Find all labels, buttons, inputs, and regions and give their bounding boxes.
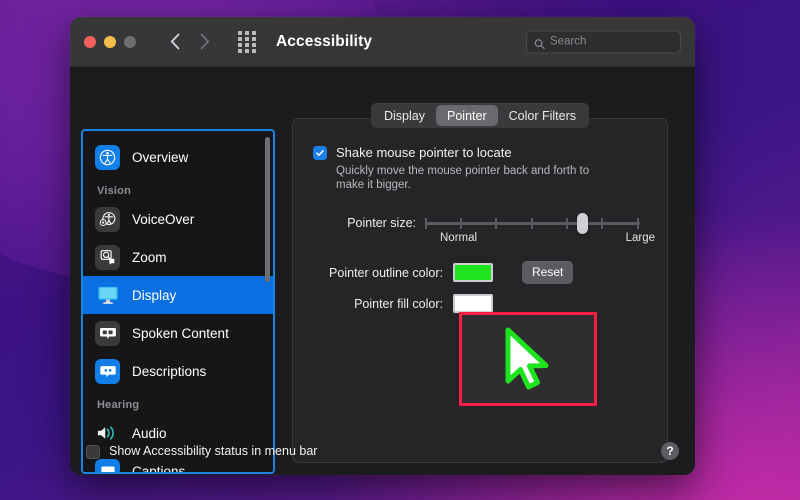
window-body: Overview Vision VoiceOver Zoom Display S… — [70, 67, 695, 475]
display-monitor-icon — [95, 283, 120, 308]
search-placeholder: Search — [550, 35, 587, 48]
close-button[interactable] — [84, 35, 96, 48]
pointer-size-slider[interactable] — [425, 213, 640, 234]
search-field[interactable]: Search — [526, 30, 681, 53]
sidebar-item-descriptions[interactable]: Descriptions — [83, 352, 273, 390]
shake-pointer-label: Shake mouse pointer to locate — [336, 145, 512, 160]
pointer-pane: Shake mouse pointer to locate Quickly mo… — [293, 119, 667, 313]
reset-button[interactable]: Reset — [522, 261, 574, 284]
minimize-button[interactable] — [104, 35, 116, 48]
slider-tick — [637, 218, 639, 229]
window-footer: Show Accessibility status in menu bar ? — [70, 427, 695, 475]
sidebar-item-zoom[interactable]: Zoom — [83, 238, 273, 276]
traffic-light-buttons — [84, 35, 136, 48]
slider-tick — [460, 218, 462, 229]
slider-track — [425, 222, 640, 225]
sidebar-group-vision: Vision — [97, 185, 132, 197]
slider-thumb[interactable] — [577, 213, 588, 234]
pointer-preview-annotation — [459, 312, 597, 406]
pointer-fill-color-label: Pointer fill color: — [354, 296, 443, 311]
back-chevron-icon[interactable] — [164, 29, 186, 55]
menubar-status-checkbox[interactable] — [86, 444, 100, 459]
window-titlebar: Accessibility Search — [70, 17, 695, 67]
menubar-status-label: Show Accessibility status in menu bar — [109, 443, 318, 458]
sidebar-item-spoken-content[interactable]: Spoken Content — [83, 314, 273, 352]
zoom-magnifier-icon — [95, 244, 120, 270]
sidebar-item-label: Zoom — [132, 249, 167, 265]
cursor-preview-icon — [505, 327, 549, 390]
slider-tick — [531, 218, 533, 229]
tab-pointer[interactable]: Pointer — [436, 105, 498, 126]
forward-chevron-icon[interactable] — [194, 29, 216, 55]
navigation-buttons — [164, 29, 216, 55]
menubar-status-row: Show Accessibility status in menu bar — [86, 444, 317, 459]
slider-tick — [601, 218, 603, 229]
shake-pointer-checkbox[interactable] — [313, 146, 327, 160]
pointer-size-label: Pointer size: — [347, 216, 416, 230]
slider-tick — [495, 218, 497, 229]
sidebar-item-display[interactable]: Display — [83, 276, 273, 314]
voiceover-icon — [95, 206, 120, 232]
sidebar-group-hearing: Hearing — [97, 399, 140, 411]
sidebar-item-label: Descriptions — [132, 363, 207, 379]
accessibility-sidebar[interactable]: Overview Vision VoiceOver Zoom Display S… — [83, 131, 273, 472]
tab-color-filters[interactable]: Color Filters — [498, 105, 587, 126]
sidebar-item-voiceover[interactable]: VoiceOver — [83, 200, 273, 238]
sidebar-item-overview[interactable]: Overview — [83, 138, 273, 176]
zoom-button[interactable] — [124, 35, 136, 48]
help-button[interactable]: ? — [661, 442, 679, 460]
descriptions-icon — [95, 358, 120, 384]
slider-tick — [425, 218, 427, 229]
pointer-outline-color-swatch[interactable] — [453, 263, 493, 282]
pointer-size-row: Pointer size: — [313, 213, 647, 234]
shake-pointer-description: Quickly move the mouse pointer back and … — [336, 165, 590, 191]
pointer-settings-panel: Display Pointer Color Filters Shake mous… — [292, 103, 668, 463]
system-preferences-window: Accessibility Search Overview Vision Voi… — [70, 17, 695, 475]
sidebar-highlight-annotation: Overview Vision VoiceOver Zoom Display S… — [81, 129, 275, 474]
pointer-fill-color-swatch[interactable] — [453, 294, 493, 313]
sidebar-item-label: VoiceOver — [132, 211, 195, 227]
accessibility-icon — [95, 144, 120, 170]
slider-end-labels: Normal Large — [434, 232, 655, 247]
shake-pointer-row: Shake mouse pointer to locate Quickly mo… — [313, 145, 647, 192]
window-title: Accessibility — [276, 32, 373, 50]
sidebar-item-label: Display — [132, 287, 177, 303]
all-settings-grid-icon[interactable] — [236, 30, 258, 53]
slider-tick — [566, 218, 568, 229]
slider-max-label: Large — [625, 232, 655, 244]
pointer-outline-color-label: Pointer outline color: — [329, 265, 443, 280]
pointer-fill-color-row: Pointer fill color: — [313, 294, 647, 313]
tab-display[interactable]: Display — [373, 105, 436, 126]
settings-tab-bar: Display Pointer Color Filters — [371, 103, 589, 128]
sidebar-item-label: Spoken Content — [132, 325, 229, 341]
sidebar-item-label: Overview — [132, 149, 189, 165]
speech-bubble-icon — [95, 320, 120, 346]
search-icon — [534, 36, 545, 49]
pointer-outline-color-row: Pointer outline color: Reset — [313, 261, 647, 284]
sidebar-scrollbar[interactable] — [265, 137, 270, 282]
slider-min-label: Normal — [440, 232, 478, 244]
